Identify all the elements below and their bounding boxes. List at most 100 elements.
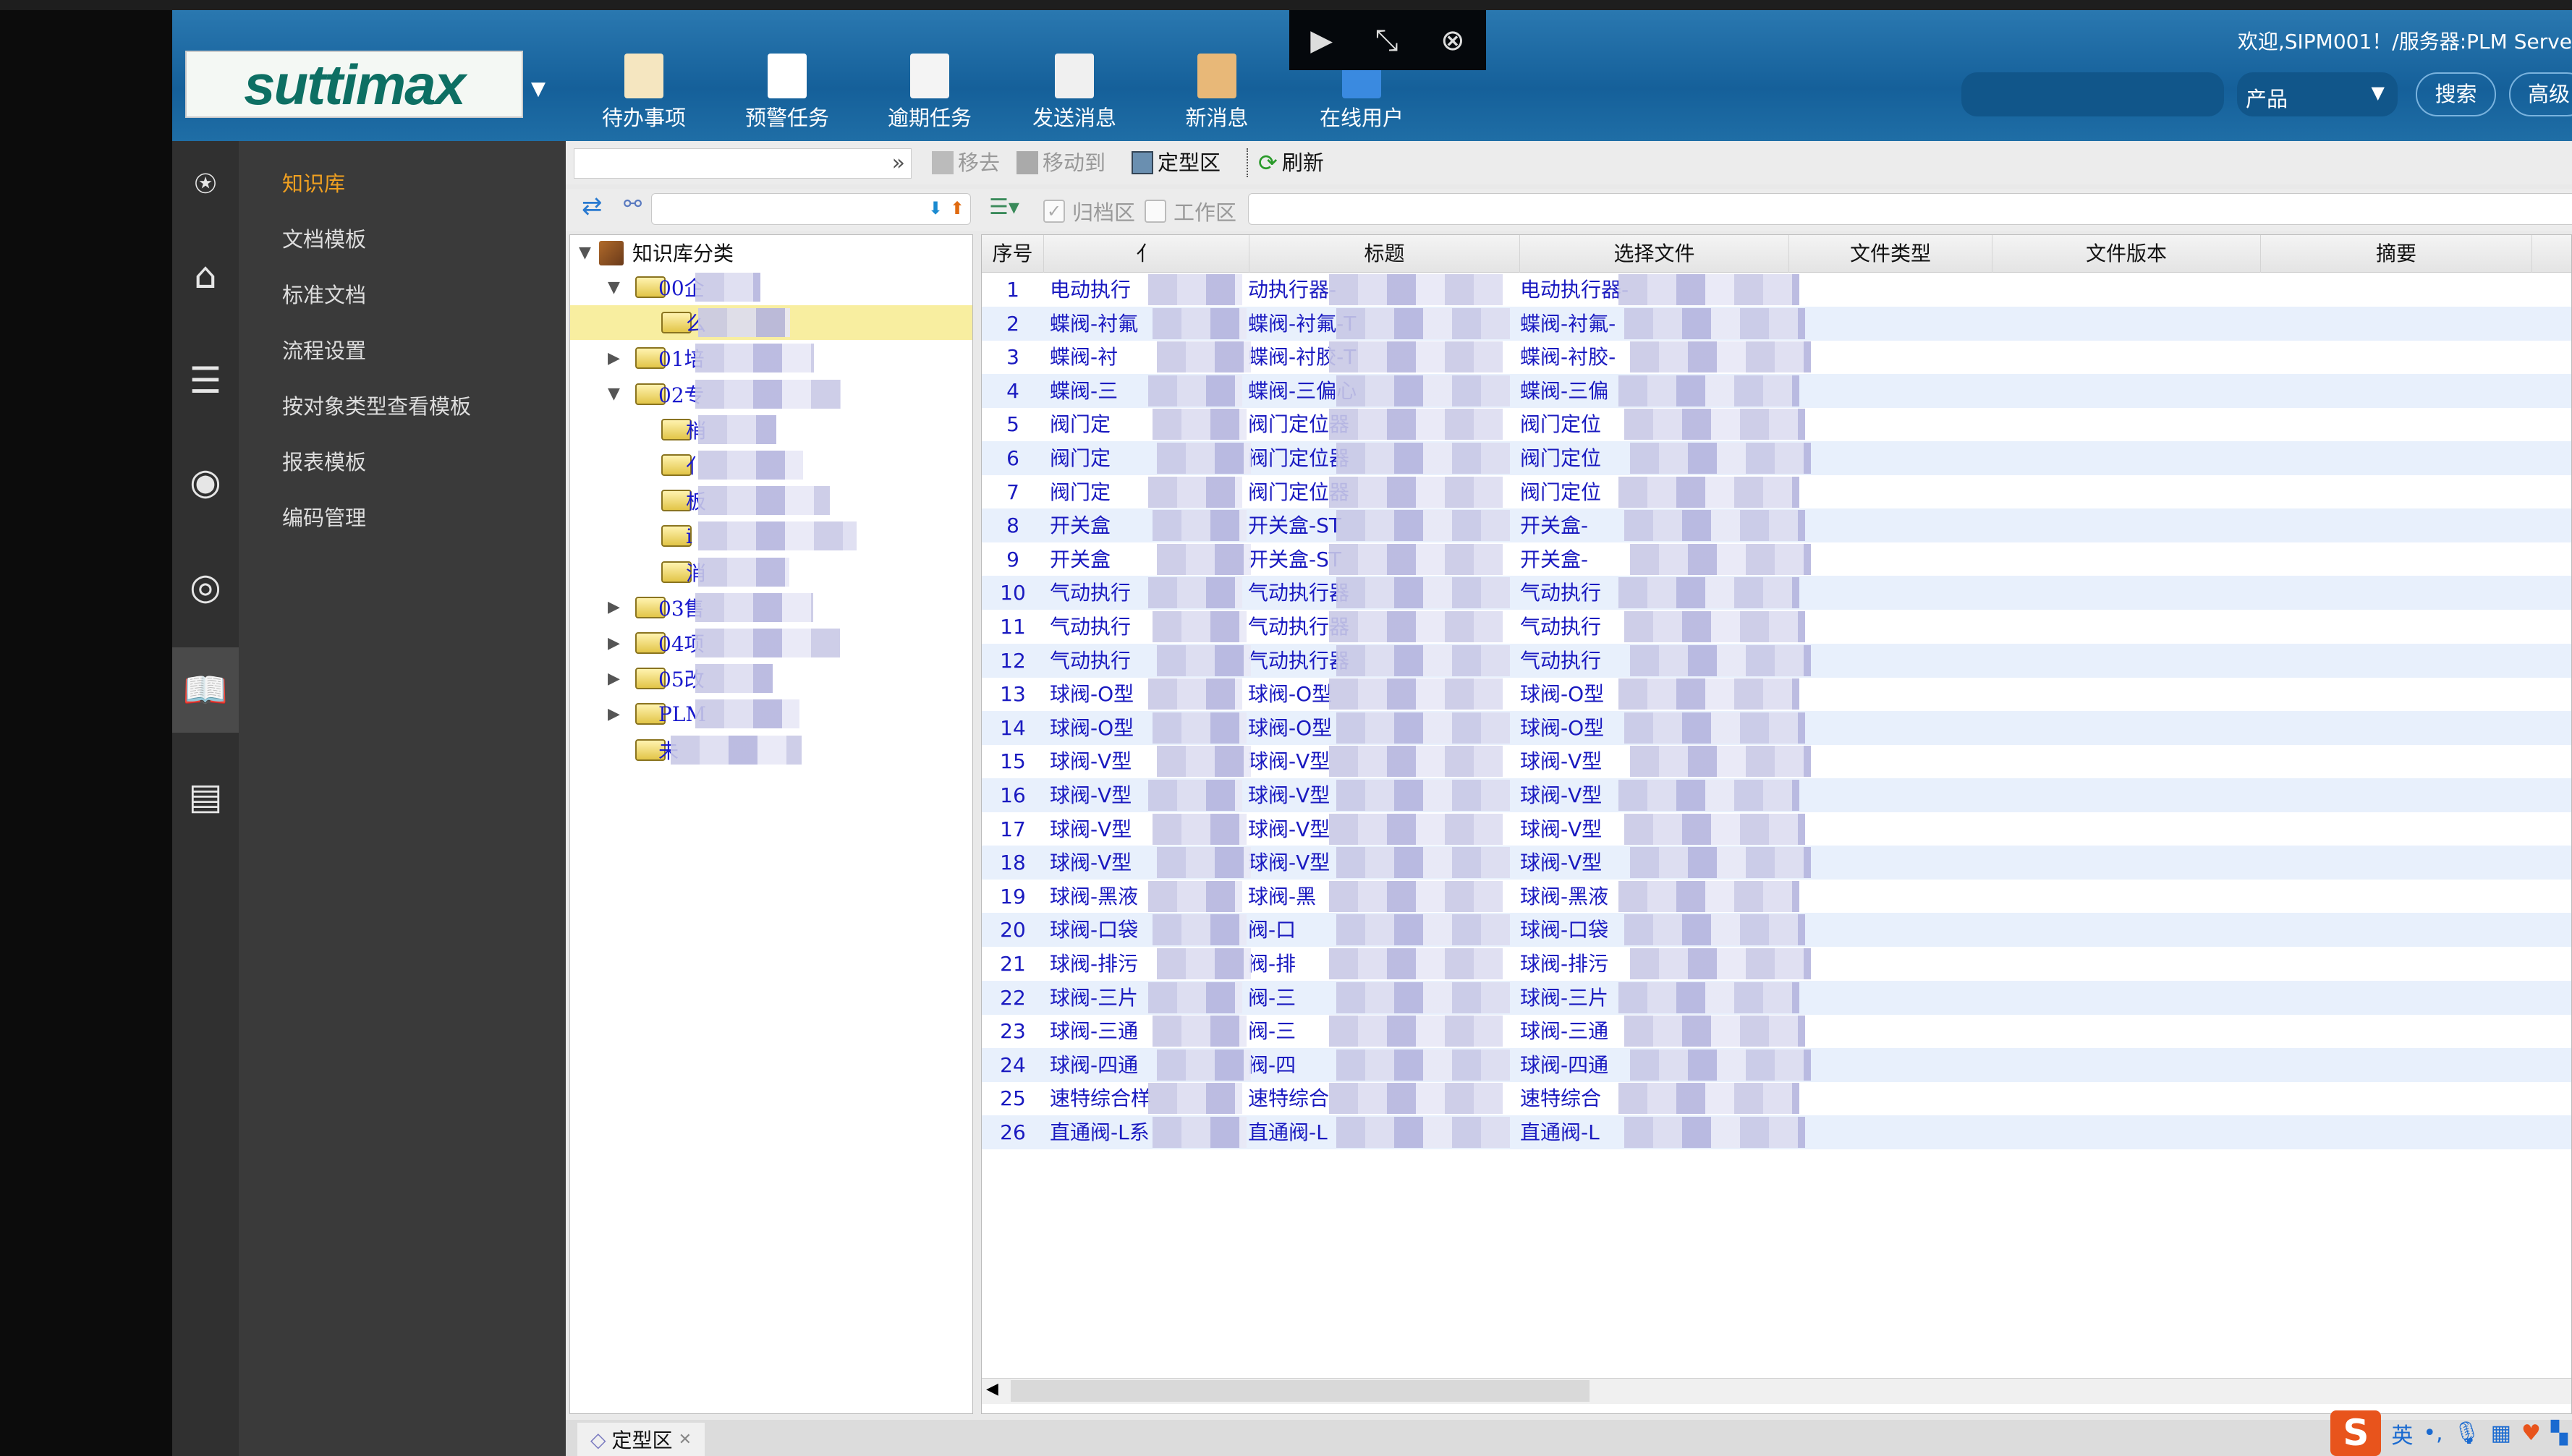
table-row[interactable]: 1 电动执行 动执行器- 电动执行器-: [982, 273, 2571, 307]
tree-node[interactable]: ▶ 03售: [570, 590, 972, 625]
header-button-1[interactable]: 预警任务: [729, 54, 845, 132]
table-row[interactable]: 10 气动执行 气动执行器 气动执行: [982, 576, 2571, 610]
table-row[interactable]: 24 球阀-四通 阀-四 球阀-四通: [982, 1047, 2571, 1082]
expanded-toggle-icon[interactable]: ▼: [608, 385, 620, 403]
table-row[interactable]: 5 阀门定 阀门定位器 阀门定位: [982, 407, 2571, 441]
tree-node[interactable]: ▼ 02专: [570, 377, 972, 412]
table-row[interactable]: 25 速特综合样 速特综合 速特综合: [982, 1081, 2571, 1115]
expanded-toggle-icon[interactable]: ▼: [608, 278, 620, 297]
column-header-3[interactable]: 选择文件: [1520, 235, 1789, 273]
tree-node[interactable]: ▶ 01培: [570, 341, 972, 375]
tree-node[interactable]: 亻: [570, 448, 972, 482]
collapsed-toggle-icon[interactable]: ▶: [608, 349, 620, 367]
column-header-5[interactable]: 文件版本: [1992, 235, 2261, 273]
table-row[interactable]: 11 气动执行 气动执行器 气动执行: [982, 610, 2571, 644]
work-checkbox[interactable]: [1145, 200, 1166, 223]
global-search-input[interactable]: [1961, 72, 2224, 116]
tree-node[interactable]: i: [570, 519, 972, 553]
sync-icon[interactable]: ⇄: [582, 192, 603, 221]
id-card-icon[interactable]: ▤: [172, 754, 239, 839]
resize-icon[interactable]: ⤡: [1375, 24, 1399, 57]
tab-finalized[interactable]: ◇ 定型区 ✕: [577, 1423, 705, 1456]
table-row[interactable]: 3 蝶阀-衬 蝶阀-衬胶-T 蝶阀-衬胶-: [982, 340, 2571, 374]
tree-node[interactable]: 么: [570, 305, 972, 341]
ime-punct[interactable]: •,: [2423, 1421, 2442, 1446]
table-row[interactable]: 23 球阀-三通 阀-三 球阀-三通: [982, 1014, 2571, 1048]
chat-icon[interactable]: ◉: [172, 439, 239, 524]
arrow-down-icon[interactable]: ⬇: [928, 198, 943, 218]
column-header-1[interactable]: 亻: [1044, 235, 1249, 273]
archive-checkbox[interactable]: ✓: [1043, 200, 1065, 223]
archive-filter[interactable]: ✓ 归档区: [1043, 196, 1135, 226]
tab-close-icon[interactable]: ✕: [679, 1431, 692, 1449]
table-row[interactable]: 22 球阀-三片 阀-三 球阀-三片: [982, 980, 2571, 1015]
table-row[interactable]: 7 阀门定 阀门定位器 阀门定位: [982, 475, 2571, 509]
scroll-thumb[interactable]: [1011, 1380, 1590, 1402]
search-scope-select[interactable]: 产品 ▼: [2237, 72, 2398, 116]
tree-node[interactable]: ▶ 04项: [570, 626, 972, 660]
microphone-icon[interactable]: 🎙: [2453, 1421, 2481, 1446]
sipm-search-icon[interactable]: ⍟: [172, 141, 239, 226]
play-icon[interactable]: ▶: [1310, 24, 1333, 57]
column-header-2[interactable]: 标题: [1249, 235, 1520, 273]
nav-item-3[interactable]: 流程设置: [282, 334, 366, 365]
nav-item-0[interactable]: 知识库: [282, 167, 345, 197]
table-row[interactable]: 26 直通阀-L系 直通阀-L 直通阀-L: [982, 1115, 2571, 1149]
column-header-0[interactable]: 序号: [982, 235, 1044, 273]
expanded-toggle-icon[interactable]: ▼: [579, 244, 591, 262]
finalized-button[interactable]: 定型区: [1132, 148, 1221, 177]
nav-item-6[interactable]: 编码管理: [282, 501, 366, 532]
work-filter[interactable]: 工作区: [1145, 196, 1236, 226]
logo-dropdown-icon[interactable]: ▼: [531, 78, 546, 100]
arrow-up-icon[interactable]: ⬆: [950, 198, 964, 218]
tree-node[interactable]: 消: [570, 555, 972, 589]
table-row[interactable]: 16 球阀-V型 球阀-V型 球阀-V型: [982, 778, 2571, 812]
table-row[interactable]: 18 球阀-V型 球阀-V型 球阀-V型: [982, 846, 2571, 880]
tree-node[interactable]: 板: [570, 483, 972, 518]
book-icon[interactable]: 📖: [172, 647, 239, 733]
close-icon[interactable]: ⊗: [1440, 24, 1465, 57]
list-view-icon[interactable]: ☰▾: [989, 195, 1019, 220]
move-to-button[interactable]: 移动到: [1017, 148, 1105, 177]
refresh-button[interactable]: ⟳ 刷新: [1258, 148, 1324, 177]
tree-node[interactable]: ▶ 05改: [570, 661, 972, 696]
skin-icon[interactable]: ♥: [2521, 1421, 2541, 1446]
tree-node[interactable]: ▶ PLM: [570, 697, 972, 731]
sogou-logo-icon[interactable]: S: [2330, 1410, 2382, 1456]
table-row[interactable]: 8 开关盒 开关盒-ST 开关盒-: [982, 508, 2571, 543]
tree-node[interactable]: 未: [570, 733, 972, 767]
table-row[interactable]: 2 蝶阀-衬氟 蝶阀-衬氟-T 蝶阀-衬氟-: [982, 306, 2571, 341]
nav-item-1[interactable]: 文档模板: [282, 223, 366, 253]
advanced-search-button[interactable]: 高级: [2509, 72, 2572, 116]
broadcast-icon[interactable]: ◎: [172, 544, 239, 629]
nav-item-2[interactable]: 标准文档: [282, 278, 366, 309]
nav-item-4[interactable]: 按对象类型查看模板: [282, 390, 471, 420]
ime-lang[interactable]: 英: [2391, 1418, 2413, 1449]
column-header-4[interactable]: 文件类型: [1789, 235, 1992, 273]
collapsed-toggle-icon[interactable]: ▶: [608, 705, 620, 723]
table-row[interactable]: 14 球阀-O型 球阀-O型 球阀-O型: [982, 710, 2571, 745]
table-row[interactable]: 21 球阀-排污 阀-排 球阀-排污: [982, 947, 2571, 981]
table-row[interactable]: 15 球阀-V型 球阀-V型 球阀-V型: [982, 744, 2571, 778]
home-icon[interactable]: ⌂: [172, 233, 239, 318]
header-button-2[interactable]: 逾期任务: [872, 54, 988, 132]
tree-root[interactable]: ▼ 知识库分类: [570, 235, 972, 270]
table-row[interactable]: 13 球阀-O型 球阀-O型 球阀-O型: [982, 677, 2571, 711]
table-row[interactable]: 6 阀门定 阀门定位器 阀门定位: [982, 441, 2571, 475]
move-out-button[interactable]: 移去: [932, 148, 1000, 177]
tree-search-input[interactable]: ⬇ ⬆: [651, 193, 971, 225]
grid-search-input[interactable]: [1248, 193, 2572, 225]
view-combo[interactable]: »: [574, 148, 912, 179]
tree-node[interactable]: ▼ 00企: [570, 270, 972, 305]
column-header-6[interactable]: 摘要: [2261, 235, 2532, 273]
header-button-4[interactable]: 新消息: [1159, 54, 1275, 132]
table-row[interactable]: 9 开关盒 开关盒-ST 开关盒-: [982, 542, 2571, 576]
table-row[interactable]: 17 球阀-V型 球阀-V型 球阀-V型: [982, 812, 2571, 846]
table-row[interactable]: 20 球阀-口袋 阀-口 球阀-口袋: [982, 913, 2571, 948]
nav-item-5[interactable]: 报表模板: [282, 446, 366, 476]
table-row[interactable]: 19 球阀-黑液 球阀-黑 球阀-黑液: [982, 880, 2571, 914]
keyboard-icon[interactable]: ▦: [2491, 1421, 2511, 1446]
tree-structure-icon[interactable]: ⚯: [624, 192, 642, 217]
header-button-3[interactable]: 发送消息: [1017, 54, 1132, 132]
collapsed-toggle-icon[interactable]: ▶: [608, 598, 620, 616]
